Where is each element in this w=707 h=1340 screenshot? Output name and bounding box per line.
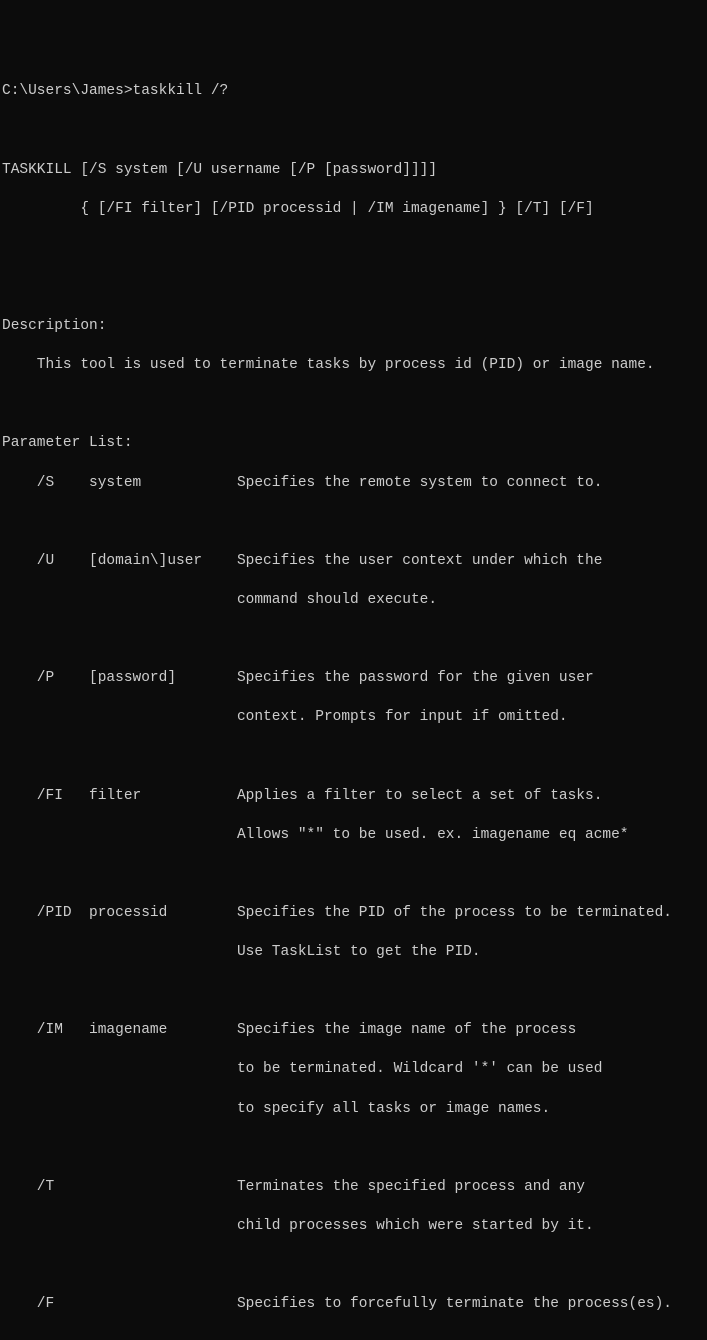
blank-line bbox=[2, 1256, 705, 1276]
param-fi: /FI filter Applies a filter to select a … bbox=[2, 787, 705, 807]
param-u: command should execute. bbox=[2, 591, 705, 611]
blank-line bbox=[2, 121, 705, 141]
syntax-line: { [/FI filter] [/PID processid | /IM ima… bbox=[2, 200, 705, 220]
param-im: /IM imagename Specifies the image name o… bbox=[2, 1021, 705, 1041]
param-im: to specify all tasks or image names. bbox=[2, 1100, 705, 1120]
param-p: /P [password] Specifies the password for… bbox=[2, 669, 705, 689]
terminal-output: C:\Users\James>taskkill /? TASKKILL [/S … bbox=[2, 63, 705, 1340]
param-pid: /PID processid Specifies the PID of the … bbox=[2, 904, 705, 924]
blank-line bbox=[2, 239, 705, 259]
param-u: /U [domain\]user Specifies the user cont… bbox=[2, 552, 705, 572]
blank-line bbox=[2, 1139, 705, 1159]
blank-line bbox=[2, 513, 705, 533]
command-prompt[interactable]: C:\Users\James>taskkill /? bbox=[2, 82, 705, 102]
parameter-list-header: Parameter List: bbox=[2, 434, 705, 454]
description-text: This tool is used to terminate tasks by … bbox=[2, 356, 705, 376]
syntax-line: TASKKILL [/S system [/U username [/P [pa… bbox=[2, 161, 705, 181]
param-t: child processes which were started by it… bbox=[2, 1217, 705, 1237]
blank-line bbox=[2, 865, 705, 885]
param-p: context. Prompts for input if omitted. bbox=[2, 708, 705, 728]
param-fi: Allows "*" to be used. ex. imagename eq … bbox=[2, 826, 705, 846]
blank-line bbox=[2, 395, 705, 415]
param-s: /S system Specifies the remote system to… bbox=[2, 474, 705, 494]
description-header: Description: bbox=[2, 317, 705, 337]
blank-line bbox=[2, 747, 705, 767]
param-f: /F Specifies to forcefully terminate the… bbox=[2, 1295, 705, 1315]
blank-line bbox=[2, 1334, 705, 1340]
param-im: to be terminated. Wildcard '*' can be us… bbox=[2, 1060, 705, 1080]
param-t: /T Terminates the specified process and … bbox=[2, 1178, 705, 1198]
param-pid: Use TaskList to get the PID. bbox=[2, 943, 705, 963]
blank-line bbox=[2, 630, 705, 650]
blank-line bbox=[2, 982, 705, 1002]
blank-line bbox=[2, 278, 705, 298]
